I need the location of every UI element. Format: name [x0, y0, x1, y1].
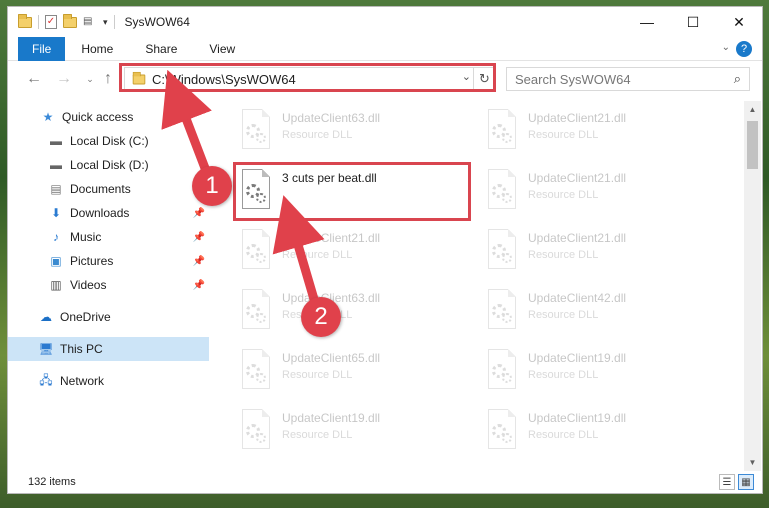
step-marker-2: 2	[301, 297, 341, 337]
arrow-to-address-bar	[161, 69, 213, 181]
arrow-to-file	[272, 195, 325, 311]
step-marker-1: 1	[192, 166, 232, 206]
annotation-arrows	[161, 69, 325, 311]
